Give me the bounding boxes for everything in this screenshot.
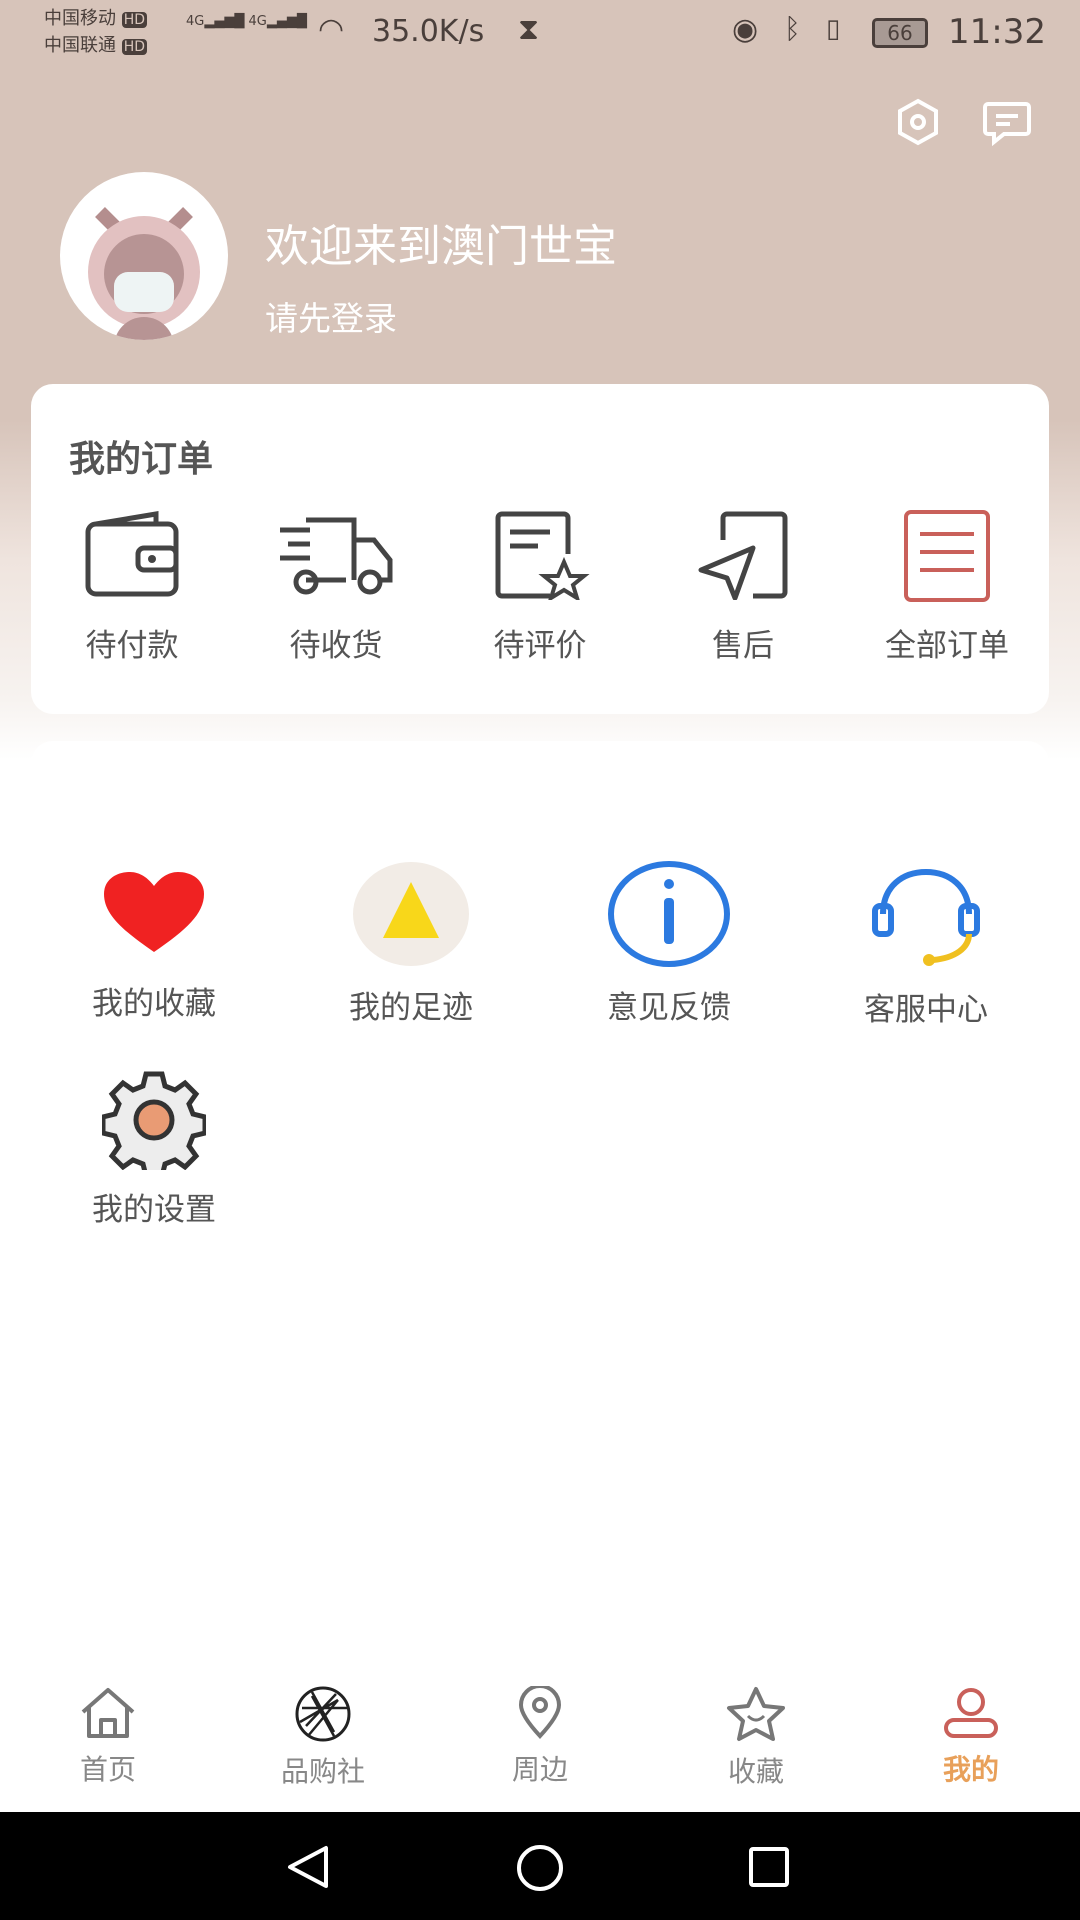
message-icon[interactable] xyxy=(982,100,1032,146)
info-icon xyxy=(608,861,730,967)
service-settings[interactable]: 我的设置 xyxy=(92,1070,216,1229)
services-card xyxy=(31,741,1049,1341)
welcome-title: 欢迎来到澳门世宝 xyxy=(265,221,617,272)
order-after-sale[interactable]: 售后 xyxy=(693,510,793,665)
order-label: 待评价 xyxy=(493,628,587,664)
service-favorites[interactable]: 我的收藏 xyxy=(92,870,216,1023)
scan-settings-icon[interactable] xyxy=(894,98,942,146)
avatar[interactable] xyxy=(60,172,228,340)
after-sale-icon xyxy=(698,511,788,600)
battery-icon: 66 xyxy=(872,18,928,48)
location-icon xyxy=(518,1686,561,1739)
gear-icon xyxy=(102,1071,206,1170)
service-customer-center[interactable]: 客服中心 xyxy=(864,866,988,1029)
order-pending-payment[interactable]: 待付款 xyxy=(82,510,182,665)
login-prompt[interactable]: 请先登录 xyxy=(265,292,397,340)
tab-favorites[interactable]: 收藏 xyxy=(726,1686,786,1790)
tab-label: 品购社 xyxy=(280,1755,366,1788)
hd-badge: HD xyxy=(121,12,148,28)
orders-title: 我的订单 xyxy=(69,439,214,480)
order-label: 售后 xyxy=(712,628,774,664)
tab-label: 周边 xyxy=(511,1753,569,1786)
review-icon xyxy=(495,511,590,600)
tab-home[interactable]: 首页 xyxy=(79,1686,137,1788)
tab-community[interactable]: 品购社 xyxy=(281,1686,365,1790)
wifi-icon: ◠ xyxy=(318,12,345,47)
star-icon xyxy=(727,1687,785,1741)
service-label: 我的收藏 xyxy=(92,986,216,1022)
order-list-icon xyxy=(904,510,990,602)
service-feedback[interactable]: 意见反馈 xyxy=(607,860,731,1027)
aperture-icon xyxy=(295,1686,351,1742)
order-pending-review[interactable]: 待评价 xyxy=(490,510,590,665)
footprint-icon xyxy=(353,862,469,966)
home-icon xyxy=(81,1688,135,1738)
eye-icon: ◉ xyxy=(732,12,759,47)
carrier-2: 中国联通 xyxy=(44,35,116,56)
service-label: 客服中心 xyxy=(864,992,988,1028)
tab-label: 首页 xyxy=(79,1753,136,1786)
back-icon[interactable] xyxy=(286,1844,330,1890)
clock: 11:32 xyxy=(948,12,1046,52)
hourglass-icon: ⧗ xyxy=(518,12,540,47)
wallet-icon xyxy=(85,511,179,597)
service-label: 意见反馈 xyxy=(607,990,731,1026)
carrier-info: 中国移动 HD 中国联通 HD xyxy=(44,6,148,60)
network-speed: 35.0K/s xyxy=(372,14,485,49)
service-footprints[interactable]: 我的足迹 xyxy=(349,860,473,1027)
order-label: 全部订单 xyxy=(885,628,1009,664)
tab-nearby[interactable]: 周边 xyxy=(512,1686,568,1788)
user-icon xyxy=(944,1688,998,1738)
vibrate-icon: ▯ xyxy=(826,14,841,44)
signal-icon: 4G▂▄▆█ 4G▂▄▆█ xyxy=(186,14,307,29)
bluetooth-icon: ᛒ xyxy=(784,12,801,45)
tab-mine[interactable]: 我的 xyxy=(942,1686,1000,1788)
tab-label: 我的 xyxy=(942,1753,999,1786)
home-button-icon[interactable] xyxy=(516,1844,564,1892)
order-pending-delivery[interactable]: 待收货 xyxy=(276,510,396,665)
hd-badge: HD xyxy=(121,39,148,55)
order-label: 待付款 xyxy=(85,628,179,664)
headset-icon xyxy=(872,868,980,966)
service-label: 我的足迹 xyxy=(349,990,473,1026)
carrier-1: 中国移动 xyxy=(44,8,116,29)
order-all[interactable]: 全部订单 xyxy=(885,508,1009,665)
order-label: 待收货 xyxy=(289,628,383,664)
system-nav-bar xyxy=(0,1812,1080,1920)
heart-icon xyxy=(104,872,204,952)
recents-icon[interactable] xyxy=(748,1846,790,1888)
service-label: 我的设置 xyxy=(92,1192,216,1228)
truck-icon xyxy=(280,517,393,595)
tab-label: 收藏 xyxy=(727,1755,784,1788)
